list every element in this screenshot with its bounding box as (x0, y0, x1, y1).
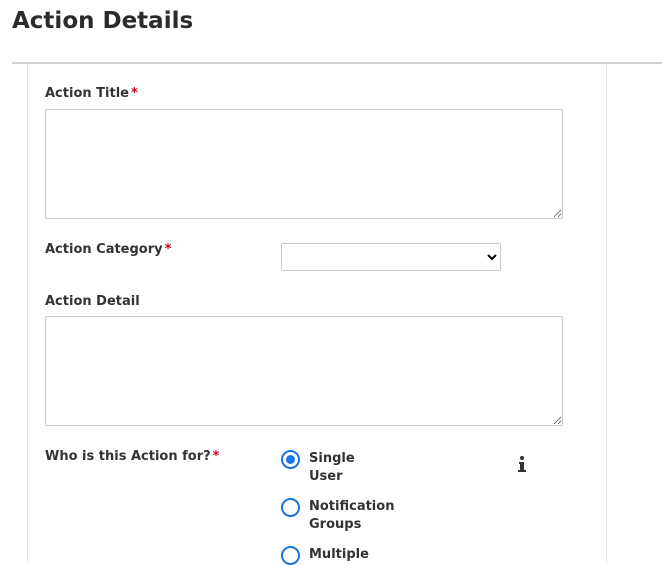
action-title-label-text: Action Title (45, 86, 129, 101)
radio-single-user[interactable]: Single User (281, 450, 399, 486)
radio-label: Notification Groups (309, 498, 399, 534)
page-title: Action Details (12, 8, 194, 34)
action-category-label: Action Category * (45, 242, 171, 257)
radio-label: Single User (309, 450, 399, 486)
action-target-label: Who is this Action for? * (45, 449, 219, 464)
radio-label-line: Notification (309, 499, 395, 514)
action-category-select[interactable] (281, 243, 501, 271)
radio-button[interactable] (281, 450, 300, 469)
required-asterisk: * (130, 86, 138, 101)
info-icon[interactable] (515, 455, 529, 473)
action-title-input[interactable] (45, 109, 563, 219)
radio-button[interactable] (281, 546, 300, 565)
required-asterisk: * (164, 242, 172, 257)
radio-button[interactable] (281, 498, 300, 517)
action-title-label: Action Title * (45, 86, 138, 101)
action-detail-label-text: Action Detail (45, 294, 140, 309)
radio-label-line: Groups (309, 517, 362, 532)
action-detail-input[interactable] (45, 316, 563, 426)
radio-multiple[interactable]: Multiple (281, 546, 399, 565)
radio-label-line: User (309, 469, 343, 484)
radio-label: Multiple (309, 546, 399, 564)
radio-notification-groups[interactable]: Notification Groups (281, 498, 399, 534)
action-category-label-text: Action Category (45, 242, 163, 257)
action-detail-label: Action Detail (45, 294, 140, 309)
radio-label-line: Single (309, 451, 355, 466)
required-asterisk: * (212, 449, 220, 464)
action-target-label-text: Who is this Action for? (45, 449, 211, 464)
radio-label-line: Multiple (309, 547, 369, 562)
